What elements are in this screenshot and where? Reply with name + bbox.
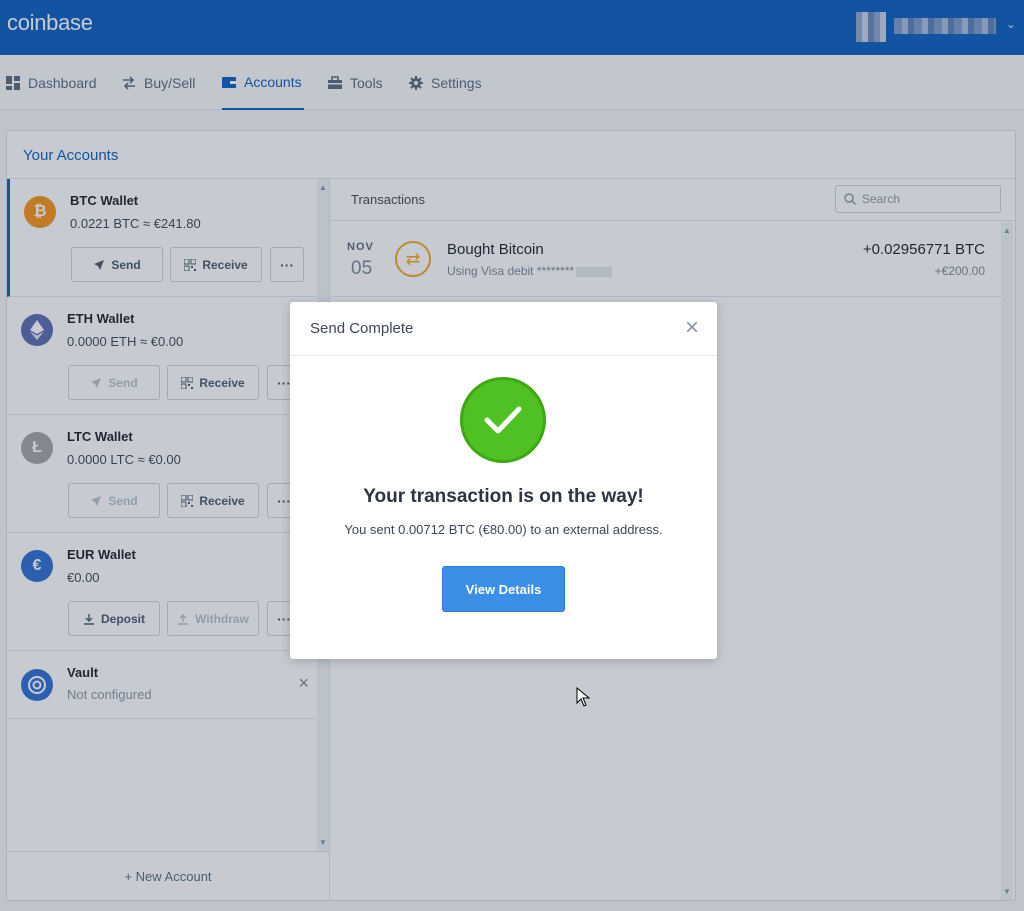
dialog-title: Send Complete xyxy=(310,320,414,337)
dialog-header: Send Complete × xyxy=(290,302,717,356)
close-icon[interactable]: × xyxy=(685,314,699,342)
mouse-cursor-icon xyxy=(576,687,590,707)
checkmark-icon xyxy=(460,377,546,463)
send-complete-dialog: Send Complete × Your transaction is on t… xyxy=(290,302,717,659)
dialog-heading: Your transaction is on the way! xyxy=(363,486,644,507)
view-details-button[interactable]: View Details xyxy=(442,566,565,612)
dialog-message: You sent 0.00712 BTC (€80.00) to an exte… xyxy=(344,522,663,537)
